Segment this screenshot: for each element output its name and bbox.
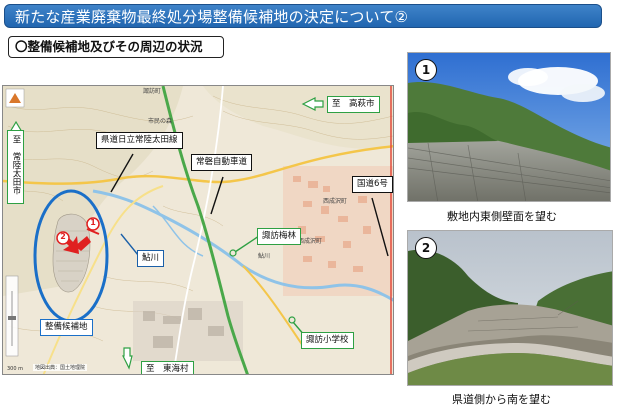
map-place-text: 西成沢町 xyxy=(298,238,323,245)
map-marker-2: 2 xyxy=(60,232,66,241)
label-ayukawa: 鮎川 xyxy=(137,250,165,267)
photo-2-number: 2 xyxy=(415,237,437,259)
label-to-hitachiota: 至 常陸太田市 xyxy=(7,130,24,204)
map-place-text: 鮎川 xyxy=(258,253,271,260)
map-place-text: 諏訪町 xyxy=(143,88,162,95)
photo-2-image xyxy=(408,231,612,385)
map-place-text: 市民の森 xyxy=(148,118,173,125)
label-to-tokai: 至 東海村 xyxy=(141,361,194,374)
page-title: 新たな産業廃棄物最終処分場整備候補地の決定について② xyxy=(15,8,409,26)
section-heading-box: 〇整備候補地及びその周辺の状況 xyxy=(8,36,224,58)
photo-1: 1 xyxy=(407,52,611,202)
map-place-text: 西成沢町 xyxy=(323,198,348,205)
label-suwa-bairin: 諏訪梅林 xyxy=(257,228,302,245)
label-route-hitachi-ota: 県道日立常陸太田線 xyxy=(96,132,183,149)
site-map[interactable]: 諏訪町 市民の森 西成沢町 西成沢町 鮎川 県道日立常陸太田線 常磐自動車道 国… xyxy=(2,85,394,375)
label-to-takahagi: 至 高萩市 xyxy=(327,96,380,113)
label-joban-expressway: 常磐自動車道 xyxy=(191,154,253,171)
section-heading: 〇整備候補地及びその周辺の状況 xyxy=(15,39,203,54)
photo-1-image xyxy=(408,53,610,201)
label-candidate-site: 整備候補地 xyxy=(40,319,93,336)
photo-1-caption: 敷地内東側壁面を望む xyxy=(447,210,557,223)
label-route6: 国道6号 xyxy=(352,176,393,193)
map-marker-1: 1 xyxy=(90,218,96,227)
photo-2-caption: 県道側から南を望む xyxy=(452,393,551,406)
title-bar: 新たな産業廃棄物最終処分場整備候補地の決定について② xyxy=(4,4,602,28)
photo-2: 2 xyxy=(407,230,613,386)
map-credit: 地図出典：国土地理院 xyxy=(33,364,88,371)
label-suwa-school: 諏訪小学校 xyxy=(301,332,354,349)
map-scale: 300 m xyxy=(7,366,24,372)
photo-1-number: 1 xyxy=(415,59,437,81)
